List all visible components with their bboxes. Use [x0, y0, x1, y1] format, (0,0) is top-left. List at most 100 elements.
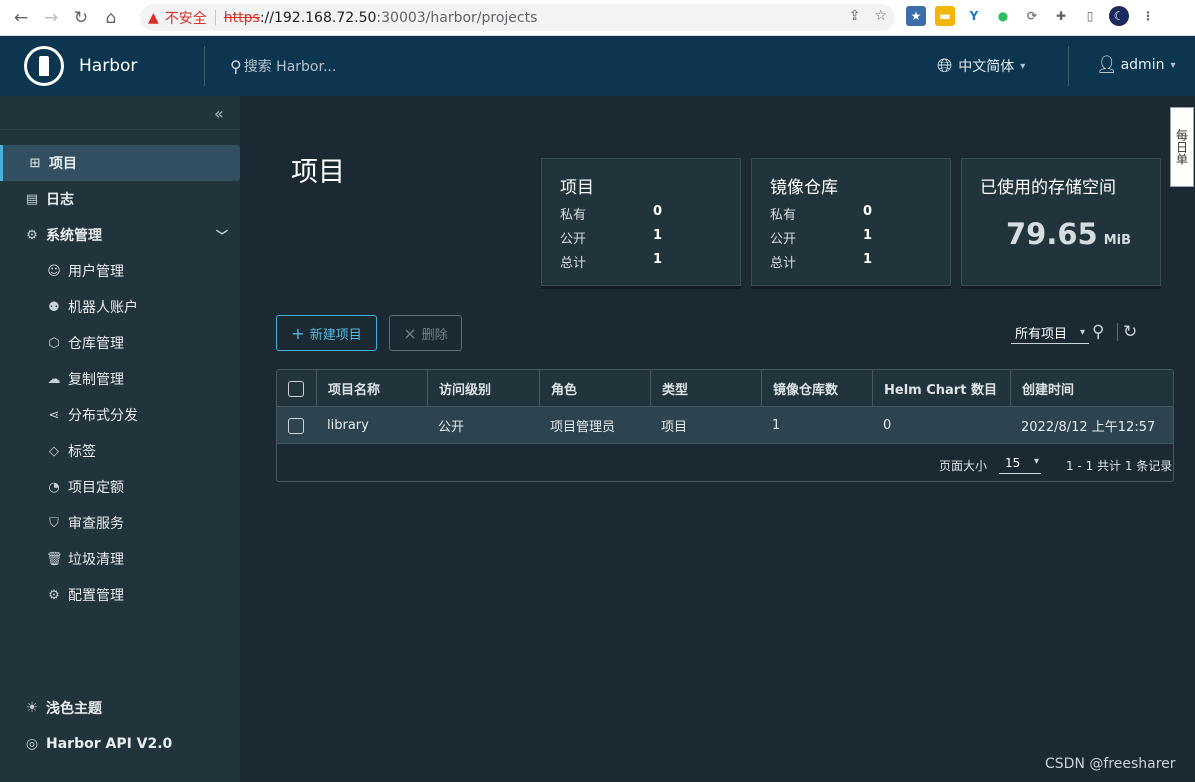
sidebar-item-label: 配置管理 [68, 588, 124, 604]
shield-icon: ⛉ [49, 515, 59, 531]
tag-icon: ◇ [49, 443, 59, 459]
select-all-cell [277, 370, 317, 407]
table-header: 项目名称 访问级别 角色 类型 镜像仓库数 Helm Chart 数目 创建时间 [277, 370, 1173, 407]
row-label: 总计 [770, 256, 797, 271]
globe-icon: 🌐︎ [937, 55, 953, 77]
delete-button[interactable]: × 删除 [389, 315, 462, 351]
page-title: 项目 [291, 157, 345, 188]
brand-name: Harbor [79, 56, 138, 76]
extension-screenshot-icon[interactable]: ★ [906, 6, 926, 26]
floating-side-tab[interactable]: 每日单 [1170, 107, 1194, 187]
chevron-down-icon: ﹀ [215, 228, 228, 243]
toolbar-divider [1117, 323, 1118, 341]
sidebar-item-quotas[interactable]: ◔ 项目定额 [0, 469, 240, 505]
card-row-public: 公开 1 [770, 228, 890, 247]
profile-avatar[interactable]: ☾ [1109, 6, 1129, 26]
api-explorer-link[interactable]: ◎ Harbor API V2.0 [0, 726, 240, 762]
language-selector[interactable]: 🌐︎ 中文简体 ▾ [937, 55, 1025, 77]
extension-evernote-icon[interactable]: ● [993, 6, 1013, 26]
user-menu[interactable]: 👤︎ admin ▾ [1096, 55, 1176, 75]
card-title: 项目 [560, 178, 594, 198]
column-header-created[interactable]: 创建时间 [1010, 370, 1173, 407]
select-all-checkbox[interactable] [288, 380, 304, 397]
filter-value: 所有项目 [1015, 327, 1068, 342]
sidebar-item-label: 日志 [46, 192, 74, 208]
sidebar-item-distribution[interactable]: ⋖ 分布式分发 [0, 397, 240, 433]
extension-sync-icon[interactable]: ⟳ [1022, 6, 1042, 26]
projects-table: 项目名称 访问级别 角色 类型 镜像仓库数 Helm Chart 数目 创建时间… [276, 369, 1174, 482]
gear-icon: ⚙ [48, 587, 60, 603]
share-icon[interactable]: ⇪ [849, 8, 861, 24]
sidebar-item-label: 审查服务 [68, 516, 124, 532]
forward-icon[interactable]: → [36, 3, 66, 33]
page-size-value: 15 [1005, 456, 1021, 470]
harbor-logo[interactable] [24, 46, 64, 86]
sidepanel-icon[interactable]: ▯ [1080, 6, 1100, 26]
sidebar-item-admin[interactable]: ⚙ 系统管理 ﹀ [0, 217, 240, 253]
sidebar-item-label: 项目 [49, 156, 77, 172]
sidebar-item-robot-accounts[interactable]: ⚉ 机器人账户 [0, 289, 240, 325]
url-path: :30003/harbor/projects [376, 9, 538, 26]
column-header-charts[interactable]: Helm Chart 数目 [872, 370, 1010, 407]
new-project-button[interactable]: + 新建项目 [276, 315, 377, 351]
url-host: ://192.168.72.50 [259, 9, 377, 26]
row-value: 1 [863, 252, 873, 267]
row-label: 总计 [560, 256, 587, 271]
extensions-puzzle-icon[interactable]: ✚ [1051, 6, 1071, 26]
sidebar-item-labels[interactable]: ◇ 标签 [0, 433, 240, 469]
column-header-type[interactable]: 类型 [650, 370, 761, 407]
project-filter-select[interactable]: 所有项目 ▾ [1011, 322, 1089, 344]
sidebar-item-label: 机器人账户 [68, 300, 138, 316]
users-icon: ☺ [47, 263, 61, 279]
sidebar-item-users[interactable]: ☺ 用户管理 [0, 253, 240, 289]
bookmark-star-icon[interactable]: ☆ [874, 8, 887, 24]
search-input[interactable]: 搜索 Harbor... [244, 56, 337, 76]
page-size-select[interactable]: 15 ▾ [999, 452, 1041, 474]
back-icon[interactable]: ← [6, 3, 36, 33]
quota-icon: ◔ [48, 479, 60, 495]
sidebar-item-projects[interactable]: ⊞ 项目 [0, 145, 240, 181]
close-icon: × [403, 323, 417, 343]
sidebar-item-label: 仓库管理 [68, 336, 124, 352]
column-header-name[interactable]: 项目名称 [316, 370, 427, 407]
extension-notes-icon[interactable]: ▬ [935, 6, 955, 26]
sidebar-item-replications[interactable]: ☁ 复制管理 [0, 361, 240, 397]
home-icon[interactable]: ⌂ [96, 3, 126, 33]
row-checkbox[interactable] [288, 417, 304, 434]
storage-number: 79.65 [1006, 217, 1098, 251]
extension-y-icon[interactable]: Y [964, 6, 984, 26]
sidebar-item-label: 垃圾清理 [68, 552, 124, 568]
sidebar-item-registries[interactable]: ⬡ 仓库管理 [0, 325, 240, 361]
global-search[interactable]: ⚲ 搜索 Harbor... [230, 56, 336, 76]
button-label: 删除 [421, 327, 448, 343]
refresh-icon[interactable]: ↻ [1123, 322, 1137, 342]
address-bar[interactable]: ▲ 不安全 https://192.168.72.50:30003/harbor… [140, 4, 895, 31]
theme-toggle[interactable]: ☀ 浅色主题 [0, 690, 240, 726]
project-name-link[interactable]: library [316, 407, 427, 444]
sidebar-item-configuration[interactable]: ⚙ 配置管理 [0, 577, 240, 613]
theme-label: 浅色主题 [46, 701, 102, 717]
collapse-sidebar-icon[interactable]: « [214, 104, 224, 123]
row-label: 公开 [770, 232, 797, 247]
watermark: CSDN @freesharer [1045, 756, 1176, 772]
trash-icon: 🗑︎ [46, 551, 63, 567]
row-label: 公开 [560, 232, 587, 247]
column-header-access[interactable]: 访问级别 [427, 370, 539, 407]
sidebar-item-interrogation[interactable]: ⛉ 审查服务 [0, 505, 240, 541]
api-icon: ◎ [25, 736, 39, 752]
column-header-repos[interactable]: 镜像仓库数 [761, 370, 872, 407]
reload-icon[interactable]: ↻ [66, 3, 96, 33]
search-icon[interactable]: ⚲ [1092, 322, 1104, 342]
address-divider [214, 9, 216, 26]
browser-toolbar: ← → ↻ ⌂ ▲ 不安全 https://192.168.72.50:3000… [0, 0, 1195, 36]
card-row-private: 私有 0 [770, 204, 890, 223]
menu-kebab-icon[interactable]: ⋮ [1138, 6, 1158, 26]
table-row[interactable]: library 公开 项目管理员 项目 1 0 2022/8/12 上午12:5… [277, 407, 1173, 444]
logs-icon: ▤ [25, 191, 39, 207]
column-header-role[interactable]: 角色 [539, 370, 650, 407]
sidebar-item-gc[interactable]: 🗑︎ 垃圾清理 [0, 541, 240, 577]
language-label: 中文简体 [958, 59, 1015, 75]
warning-icon: ▲ [148, 9, 159, 26]
sidebar-item-logs[interactable]: ▤ 日志 [0, 181, 240, 217]
projects-summary-card: 项目 私有 0 公开 1 总计 1 [541, 158, 741, 286]
